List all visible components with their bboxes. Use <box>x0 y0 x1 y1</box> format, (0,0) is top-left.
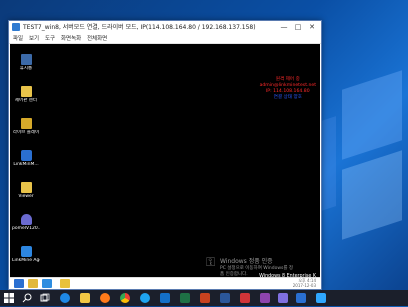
menu-file[interactable]: 파일 <box>13 34 23 42</box>
edge-icon[interactable] <box>58 292 72 304</box>
app-icon <box>12 23 20 31</box>
maximize-button[interactable]: □ <box>291 21 305 33</box>
key-icon: ⚿ <box>206 255 216 269</box>
windows-taskbar <box>0 290 408 306</box>
desktop-icon-recycle-bin[interactable]: 휴지통 <box>12 54 40 72</box>
menu-bar: 파일 보기 도구 화면녹화 전체화면 <box>9 33 321 44</box>
menu-tools[interactable]: 도구 <box>45 34 55 42</box>
app4-icon[interactable] <box>294 292 308 304</box>
remote-taskbar: 오후 4:14 2017-12-03 <box>10 277 320 289</box>
person-icon <box>20 214 32 225</box>
minimize-button[interactable]: — <box>277 21 291 33</box>
remote-clock: 오후 4:14 2017-12-03 <box>293 278 316 288</box>
recycle-bin-icon <box>20 54 32 65</box>
agent-icon <box>20 150 32 161</box>
close-button[interactable]: ✕ <box>305 21 319 33</box>
task-view-icon[interactable] <box>38 292 52 304</box>
app2-icon[interactable] <box>238 292 252 304</box>
desktop-icon-viewer[interactable]: Viewer <box>12 182 40 200</box>
app3-icon[interactable] <box>276 292 290 304</box>
remote-start-icon[interactable] <box>14 279 24 288</box>
overlay-line-4: 연결 상태 양호 <box>273 95 302 100</box>
remote-folder-icon[interactable] <box>28 279 38 288</box>
remote-ie-icon[interactable] <box>42 279 52 288</box>
window-title: TEST7_win8, 서버모드 연결, 드라이버 모드, IP(114.108… <box>23 24 256 31</box>
remote-desktop-icon[interactable] <box>314 292 328 304</box>
remote-desktop-window[interactable]: TEST7_win8, 서버모드 연결, 드라이버 모드, IP(114.108… <box>8 20 322 290</box>
excel-icon[interactable] <box>178 292 192 304</box>
remote-explorer-icon[interactable] <box>60 279 70 288</box>
activation-title: Windows 정품 인증 <box>220 258 273 265</box>
ie-icon[interactable] <box>138 292 152 304</box>
menu-record[interactable]: 화면녹화 <box>61 34 81 42</box>
outlook-icon[interactable] <box>158 292 172 304</box>
desktop-icon-control-center[interactable]: 제어판 센터 <box>12 86 40 104</box>
menu-fullscreen[interactable]: 전체화면 <box>87 34 107 42</box>
folder-icon <box>20 182 32 193</box>
photos-icon[interactable] <box>258 292 272 304</box>
desktop-icon-linkminem[interactable]: LinkMinM... <box>12 150 40 168</box>
desktop-icon-linkmine-agent[interactable]: LinkMine Agent <box>12 246 40 264</box>
search-icon[interactable] <box>20 292 34 304</box>
remote-clock-date: 2017-12-03 <box>292 283 316 288</box>
explorer-icon[interactable] <box>78 292 92 304</box>
folder-icon <box>20 118 32 129</box>
desktop-icon-pomel[interactable]: pomelV120... <box>12 214 40 232</box>
app-icon[interactable] <box>98 292 112 304</box>
powerpoint-icon[interactable] <box>198 292 212 304</box>
folder-icon <box>20 86 32 97</box>
chrome-icon[interactable] <box>118 292 132 304</box>
agent-icon <box>20 246 32 257</box>
remote-info-overlay: 원격 제어 중 admin@linkminetest.net IP: 114.1… <box>260 77 316 101</box>
remote-screen[interactable]: 휴지통 제어판 센터 라이브 플레이 LinkMinM... Viewer po… <box>10 44 320 288</box>
start-button[interactable] <box>2 292 16 304</box>
menu-view[interactable]: 보기 <box>29 34 39 42</box>
title-bar[interactable]: TEST7_win8, 서버모드 연결, 드라이버 모드, IP(114.108… <box>9 21 321 33</box>
desktop-icon-live-play[interactable]: 라이브 플레이 <box>12 118 40 136</box>
word-icon[interactable] <box>218 292 232 304</box>
